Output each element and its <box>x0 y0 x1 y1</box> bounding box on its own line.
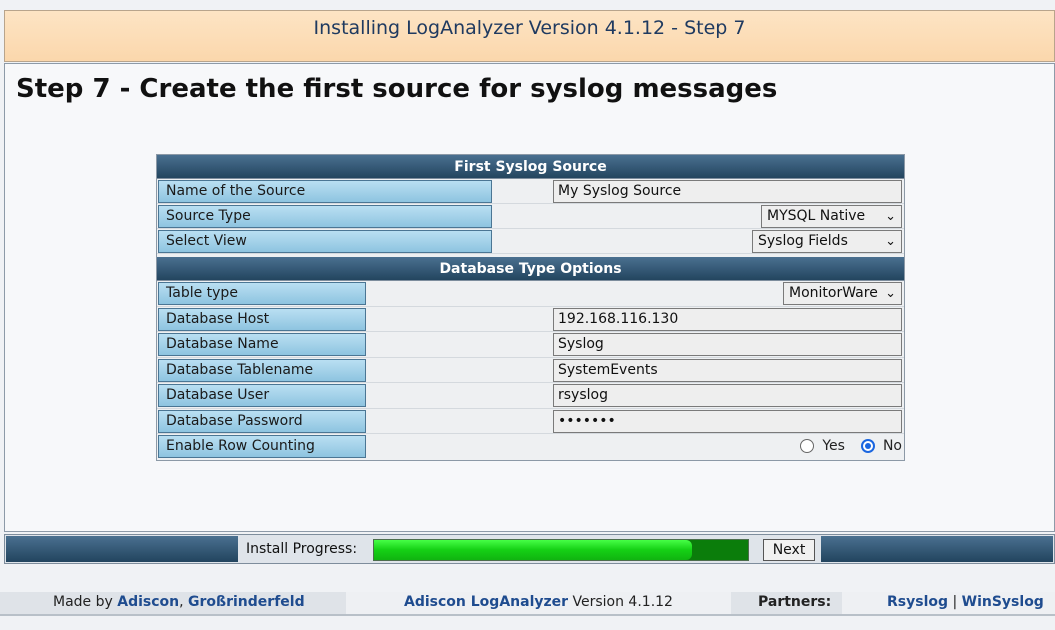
row-database-host: Database Host 192.168.116.130 <box>157 307 904 332</box>
footer-credits: Made by Adiscon, Großrinderfeld <box>53 592 305 614</box>
row-counting-yes-label: Yes <box>822 438 845 454</box>
install-progress-fill <box>374 540 692 560</box>
table-type-select[interactable]: MonitorWare ⌄ <box>783 282 902 305</box>
database-user-input[interactable]: rsyslog <box>553 384 902 407</box>
database-password-label: Database Password <box>158 409 366 433</box>
database-password-input[interactable]: ••••••• <box>553 409 902 433</box>
database-tablename-label: Database Tablename <box>158 358 366 382</box>
row-source-type: Source Type MYSQL Native ⌄ <box>157 204 904 229</box>
page-title: Step 7 - Create the first source for sys… <box>16 74 778 104</box>
chevron-down-icon: ⌄ <box>885 209 896 224</box>
installer-header: Installing LogAnalyzer Version 4.1.12 - … <box>4 10 1055 62</box>
database-host-label: Database Host <box>158 307 366 331</box>
row-database-tablename: Database Tablename SystemEvents <box>157 358 904 383</box>
section-first-syslog-source: First Syslog Source <box>157 155 904 179</box>
row-database-name: Database Name Syslog <box>157 332 904 358</box>
winsyslog-link[interactable]: WinSyslog <box>962 594 1044 610</box>
footer-product: Adiscon LogAnalyzer Version 4.1.12 <box>346 592 731 614</box>
database-host-input[interactable]: 192.168.116.130 <box>553 307 902 331</box>
footer-separator: | <box>952 594 958 610</box>
install-progress-label: Install Progress: <box>246 541 358 557</box>
row-database-user: Database User rsyslog <box>157 383 904 409</box>
loganalyzer-link[interactable]: Adiscon LogAnalyzer <box>404 594 568 610</box>
rsyslog-link[interactable]: Rsyslog <box>887 594 948 610</box>
row-counting-radio-group: Yes No <box>800 438 902 454</box>
progress-left-decor <box>6 536 238 562</box>
grossrinderfeld-link[interactable]: Großrinderfeld <box>188 594 305 610</box>
source-type-label: Source Type <box>158 205 492 228</box>
row-counting-label: Enable Row Counting <box>158 435 366 458</box>
main-panel: Step 7 - Create the first source for sys… <box>4 63 1055 532</box>
source-name-label: Name of the Source <box>158 180 492 203</box>
row-counting-no-radio[interactable] <box>860 439 875 453</box>
select-view-value: Syslog Fields <box>758 233 848 249</box>
database-user-label: Database User <box>158 384 366 407</box>
chevron-down-icon: ⌄ <box>885 234 896 249</box>
progress-right-decor <box>821 536 1053 562</box>
footer-made-by: Made by <box>53 594 113 610</box>
select-view-label: Select View <box>158 230 492 253</box>
source-form: First Syslog Source Name of the Source M… <box>156 154 905 461</box>
next-button[interactable]: Next <box>763 539 815 561</box>
install-progress-track <box>373 539 749 561</box>
database-name-input[interactable]: Syslog <box>553 333 902 356</box>
adiscon-link[interactable]: Adiscon <box>117 594 179 610</box>
footer-border <box>0 614 1055 616</box>
source-name-input[interactable]: My Syslog Source <box>553 180 902 203</box>
install-progress-bar: Install Progress: Next <box>4 534 1055 564</box>
row-counting-no-label: No <box>882 438 902 454</box>
footer-partners: Rsyslog | WinSyslog <box>842 592 1055 614</box>
footer-comma: , <box>179 594 184 610</box>
source-type-value: MYSQL Native <box>767 208 866 224</box>
select-view-select[interactable]: Syslog Fields ⌄ <box>752 230 902 253</box>
row-source-name: Name of the Source My Syslog Source <box>157 179 904 204</box>
installer-title: Installing LogAnalyzer Version 4.1.12 - … <box>313 17 746 39</box>
table-type-value: MonitorWare <box>789 285 878 301</box>
section-database-type-options: Database Type Options <box>157 257 904 281</box>
row-enable-row-counting: Enable Row Counting Yes No <box>157 434 904 460</box>
chevron-down-icon: ⌄ <box>885 286 896 301</box>
row-database-password: Database Password ••••••• <box>157 409 904 434</box>
database-name-label: Database Name <box>158 333 366 356</box>
row-counting-yes-radio[interactable] <box>800 439 815 453</box>
database-tablename-input[interactable]: SystemEvents <box>553 358 902 382</box>
footer-version: Version 4.1.12 <box>572 594 673 610</box>
row-select-view: Select View Syslog Fields ⌄ <box>157 229 904 254</box>
table-type-label: Table type <box>158 282 366 305</box>
source-type-select[interactable]: MYSQL Native ⌄ <box>761 205 902 228</box>
row-table-type: Table type MonitorWare ⌄ <box>157 281 904 307</box>
footer: Made by Adiscon, Großrinderfeld Adiscon … <box>0 592 1055 614</box>
footer-partners-label: Partners: <box>758 594 832 610</box>
